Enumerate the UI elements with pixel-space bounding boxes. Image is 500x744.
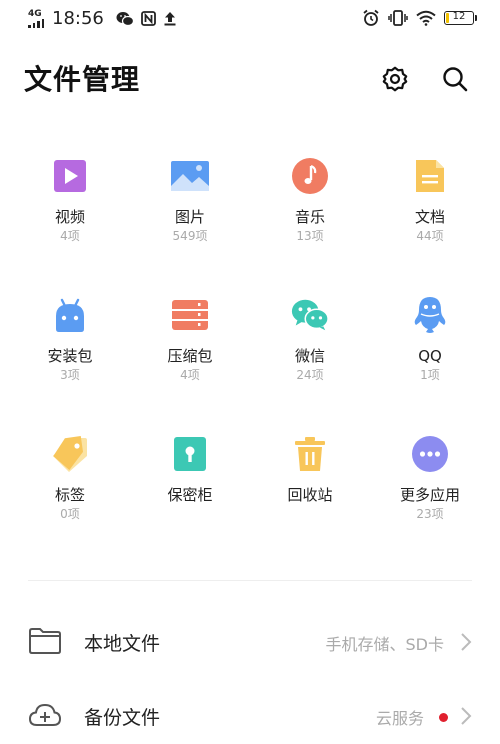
category-label: 微信: [294, 347, 325, 365]
category-label: 图片: [174, 208, 205, 226]
category-label: 音乐: [294, 208, 325, 226]
category-count: 23项: [416, 507, 444, 521]
category-apk[interactable]: 安装包 3项: [10, 291, 130, 430]
category-safe[interactable]: 保密柜: [130, 430, 250, 569]
upload-icon: [164, 12, 176, 26]
video-icon: [50, 156, 90, 196]
status-bar: 4G 18:56 12: [0, 0, 500, 40]
nfc-icon: [140, 11, 156, 26]
wechat-icon: [290, 295, 330, 335]
archive-icon: [170, 295, 210, 335]
section-divider: [28, 580, 472, 581]
qq-icon: [410, 295, 450, 335]
folder-icon: [29, 628, 61, 654]
row-value: 手机存储、SD卡: [325, 635, 444, 654]
category-images[interactable]: 图片 549项: [130, 152, 250, 291]
category-wechat[interactable]: 微信 24项: [250, 291, 370, 430]
trash-icon: [290, 434, 330, 474]
category-more-apps[interactable]: 更多应用 23项: [370, 430, 490, 569]
category-documents[interactable]: 文档 44项: [370, 152, 490, 291]
wechat-icon: [116, 11, 134, 26]
wifi-icon: [416, 10, 436, 26]
row-label: 备份文件: [84, 707, 161, 729]
category-label: 视频: [54, 208, 85, 226]
vibrate-icon: [388, 10, 408, 26]
status-time: 18:56: [52, 8, 104, 29]
category-label: 文档: [414, 208, 445, 226]
notification-dot: [439, 713, 448, 722]
image-icon: [170, 156, 210, 196]
category-video[interactable]: 视频 4项: [10, 152, 130, 291]
category-label: 标签: [54, 486, 85, 504]
settings-button[interactable]: [380, 64, 410, 94]
more-apps-icon: [410, 434, 450, 474]
category-music[interactable]: 音乐 13项: [250, 152, 370, 291]
chevron-right-icon: [461, 707, 472, 725]
gear-icon: [382, 66, 408, 92]
row-label: 本地文件: [84, 633, 161, 655]
android-icon: [50, 295, 90, 335]
category-archives[interactable]: 压缩包 4项: [130, 291, 250, 430]
chevron-right-icon: [461, 633, 472, 651]
document-icon: [410, 156, 450, 196]
category-count: 3项: [60, 368, 80, 382]
battery-level: 12: [452, 11, 466, 22]
category-label: 保密柜: [167, 486, 213, 504]
tag-icon: [50, 434, 90, 474]
category-label: QQ: [418, 347, 442, 365]
category-count: 0项: [60, 507, 80, 521]
category-count: 24项: [296, 368, 324, 382]
alarm-icon: [363, 9, 379, 26]
category-trash[interactable]: 回收站: [250, 430, 370, 569]
category-count: 4项: [60, 229, 80, 243]
category-count: 549项: [172, 229, 208, 243]
category-grid: 视频 4项 图片 549项 音乐 13项 文档 44项 安装包 3项 压缩包 4…: [10, 152, 490, 569]
local-files-row[interactable]: 本地文件 手机存储、SD卡: [0, 614, 500, 670]
row-value: 云服务: [375, 709, 424, 728]
category-label: 安装包: [47, 347, 93, 365]
battery-icon: 12: [444, 11, 477, 25]
category-label: 更多应用: [399, 486, 460, 504]
category-qq[interactable]: QQ 1项: [370, 291, 490, 430]
cloud-add-icon: [28, 703, 62, 726]
category-label: 压缩包: [167, 347, 213, 365]
backup-files-row[interactable]: 备份文件 云服务: [0, 688, 500, 744]
search-button[interactable]: [440, 64, 470, 94]
network-type: 4G: [28, 8, 42, 19]
category-tags[interactable]: 标签 0项: [10, 430, 130, 569]
page-title: 文件管理: [24, 63, 141, 96]
search-icon: [443, 67, 468, 92]
music-icon: [290, 156, 330, 196]
category-count: 13项: [296, 229, 324, 243]
category-label: 回收站: [287, 486, 333, 504]
category-count: 44项: [416, 229, 444, 243]
category-count: 4项: [180, 368, 200, 382]
category-count: 1项: [420, 368, 440, 382]
signal-icon: 4G: [28, 8, 44, 28]
safe-icon: [170, 434, 210, 474]
